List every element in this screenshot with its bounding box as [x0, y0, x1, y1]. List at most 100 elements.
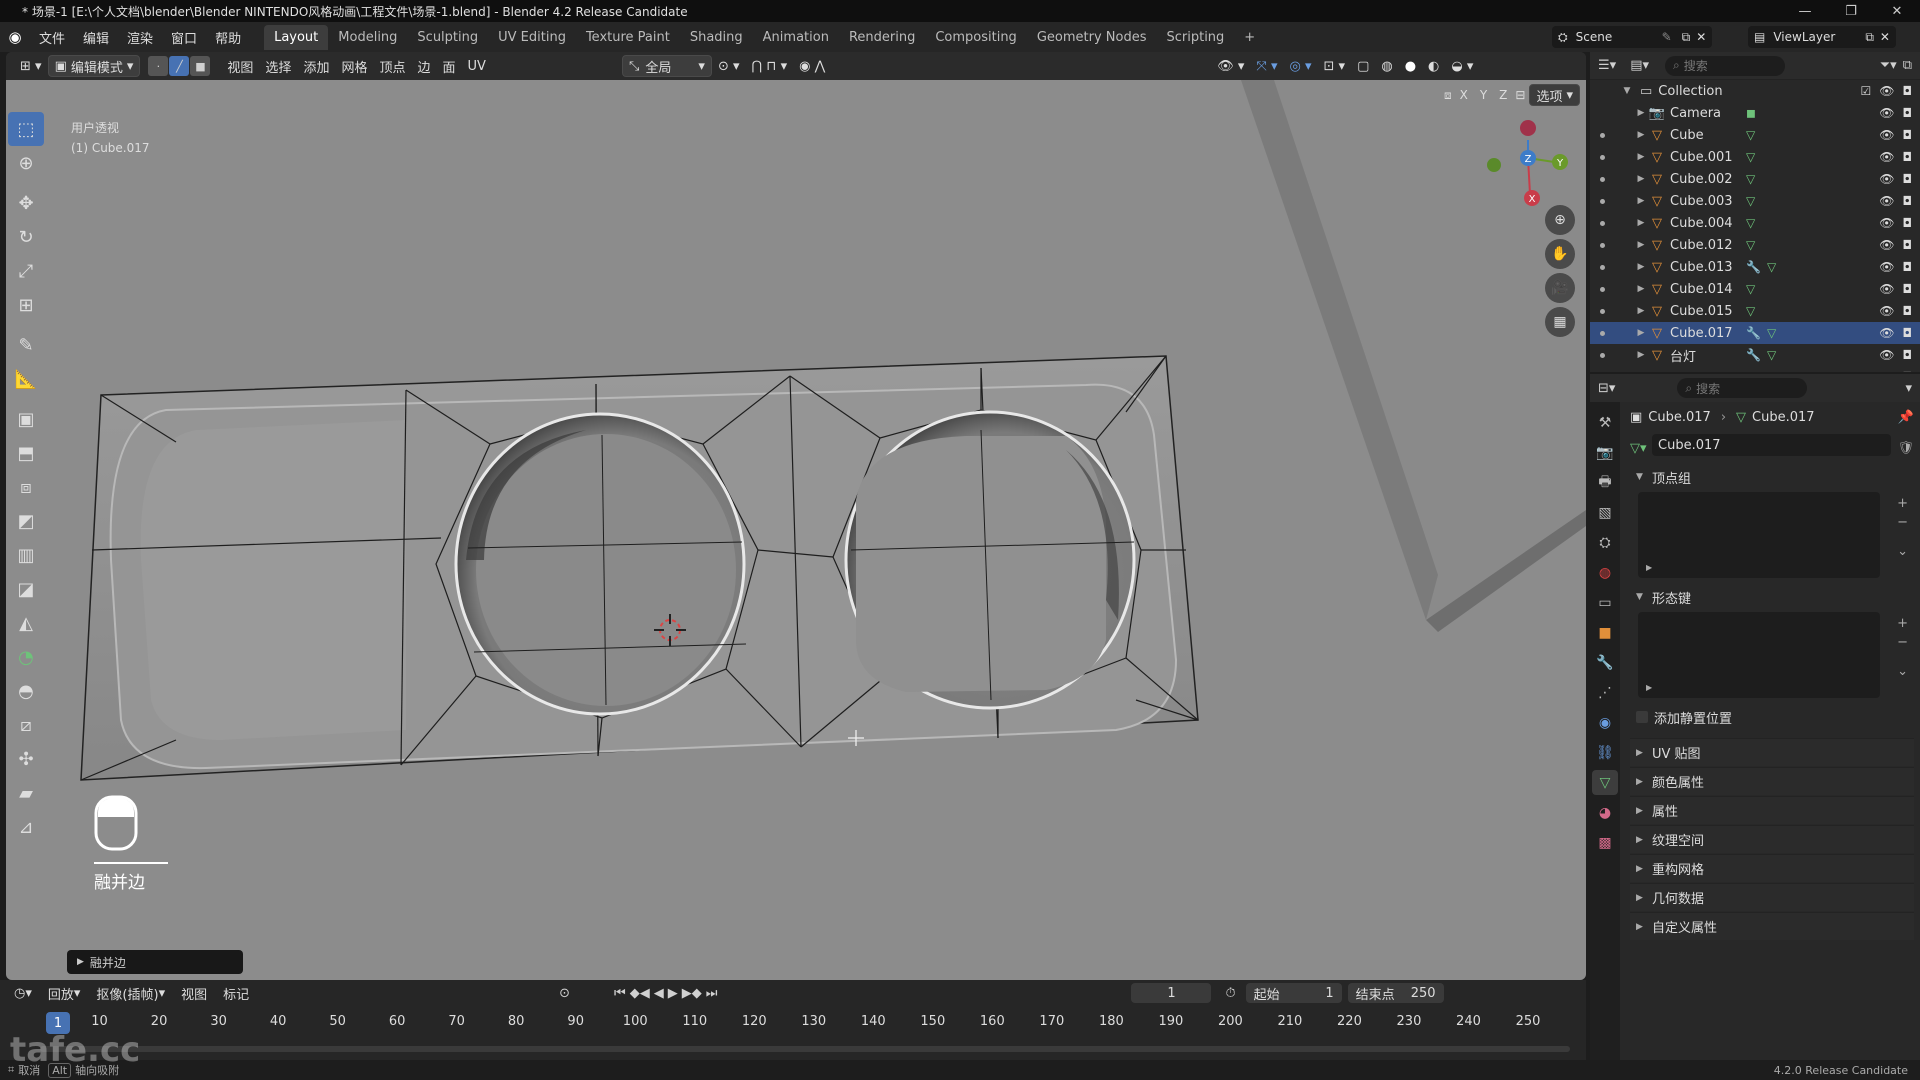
edge-slide-tool-icon[interactable]: ⧄	[8, 708, 44, 742]
edit-toggle-icon[interactable]	[1600, 242, 1605, 248]
material-tab-icon[interactable]: ◕	[1592, 800, 1618, 825]
snap-icon[interactable]: ⋂ ⊓ ▾	[746, 55, 794, 77]
zoom-icon[interactable]: ⊕	[1545, 205, 1575, 235]
rendered-shading-icon[interactable]: ◒ ▾	[1445, 55, 1479, 77]
section-collapsed[interactable]: ▶ 重构网格	[1630, 854, 1914, 882]
mesh-data-icon[interactable]: ▽	[1746, 238, 1755, 252]
proportional-edit-icon[interactable]: ◉ ⋀	[793, 55, 831, 77]
smooth-tool-icon[interactable]: ◓	[8, 674, 44, 708]
outliner-row[interactable]: ▶ ▽ Cube.017 🔧 ▽ 👁 ◘	[1590, 322, 1920, 344]
viewlayer-selector[interactable]: ▤ ViewLayer ⧉ ✕	[1748, 26, 1896, 48]
scale-tool-icon[interactable]: ⤢	[8, 254, 44, 288]
expand-icon[interactable]: ▶	[1646, 683, 1652, 692]
eye-icon[interactable]: 👁	[1879, 260, 1894, 274]
modifier-tab-icon[interactable]: 🔧	[1592, 650, 1618, 675]
new-viewlayer-icon[interactable]: ⧉	[1865, 30, 1874, 45]
outliner-row[interactable]: ▶ ▽ Cube.002 ▽ 👁 ◘	[1590, 168, 1920, 190]
mesh-scene[interactable]	[6, 80, 1586, 980]
add-rest-position-row[interactable]: 添加静置位置	[1630, 704, 1914, 730]
checkbox-icon[interactable]: ☑	[1861, 84, 1872, 98]
orientation-dropdown[interactable]: ⤡ 全局 ▾	[621, 55, 712, 77]
menu-edge[interactable]: 边	[411, 55, 436, 77]
eye-icon[interactable]: 👁	[1879, 128, 1894, 142]
outliner-row[interactable]: ▶ ▽ Cube.012 ▽ 👁 ◘	[1590, 234, 1920, 256]
outliner-row[interactable]: ▶ ▽ Cube.003 ▽ 👁 ◘	[1590, 190, 1920, 212]
tab-compositing[interactable]: Compositing	[925, 25, 1027, 50]
spin-tool-icon[interactable]: ◔	[8, 640, 44, 674]
select-box-tool-icon[interactable]: ⬚	[8, 112, 44, 146]
last-operator-panel[interactable]: ▶ 融并边	[67, 950, 243, 974]
chevron-right-icon[interactable]: ▶	[1634, 130, 1648, 140]
ortho-grid-icon[interactable]: ▦	[1545, 307, 1575, 337]
outliner-row[interactable]: ▶ 📷 Camera ◼ 👁 ◘	[1590, 102, 1920, 124]
render-tab-icon[interactable]: 📷	[1592, 440, 1618, 465]
camera-view-icon[interactable]: 🎥	[1545, 273, 1575, 303]
mesh-data-icon[interactable]: ▽	[1746, 194, 1755, 208]
eye-icon[interactable]: 👁	[1879, 238, 1894, 252]
mesh-data-icon[interactable]: ▽	[1746, 282, 1755, 296]
eye-icon[interactable]: 👁	[1879, 194, 1894, 208]
outliner-row[interactable]: ▶ ▽ 台灯 🔧 ▽ 👁 ◘	[1590, 344, 1920, 366]
mesh-data-icon[interactable]: ▽	[1746, 150, 1755, 164]
eye-icon[interactable]: 👁	[1879, 282, 1894, 296]
navigation-gizmo[interactable]: Z Y X	[1480, 110, 1580, 220]
mesh-data-icon[interactable]: ▽	[1767, 348, 1776, 362]
chevron-down-icon[interactable]: ⌄	[1897, 664, 1908, 679]
mode-dropdown[interactable]: ▣ 编辑模式 ▾	[47, 55, 141, 77]
tab-uv-editing[interactable]: UV Editing	[488, 25, 576, 50]
mesh-data-icon[interactable]: ▽	[1767, 260, 1776, 274]
pivot-icon[interactable]: ⊙ ▾	[712, 55, 746, 77]
outliner-row[interactable]: ▶ ▽ Cube.001 ▽ 👁 ◘	[1590, 146, 1920, 168]
mesh-name-field[interactable]: Cube.017	[1652, 434, 1892, 456]
tab-texture-paint[interactable]: Texture Paint	[576, 25, 680, 50]
move-tool-icon[interactable]: ✥	[8, 186, 44, 220]
end-frame-field[interactable]: 结束点 250	[1347, 983, 1444, 1003]
vertex-select-icon[interactable]: ·	[148, 56, 169, 76]
edit-toggle-icon[interactable]	[1600, 132, 1605, 138]
section-collapsed[interactable]: ▶ 属性	[1630, 796, 1914, 824]
eye-icon[interactable]: 👁	[1879, 150, 1894, 164]
tool-tab-icon[interactable]: ⚒	[1592, 410, 1618, 435]
annotate-tool-icon[interactable]: ✎	[8, 328, 44, 362]
edit-toggle-icon[interactable]	[1600, 176, 1605, 182]
edit-toggle-icon[interactable]	[1600, 264, 1605, 270]
eye-icon[interactable]: 👁	[1879, 304, 1894, 318]
rotate-tool-icon[interactable]: ↻	[8, 220, 44, 254]
delete-scene-icon[interactable]: ✕	[1696, 30, 1706, 44]
shrink-fatten-tool-icon[interactable]: ✣	[8, 742, 44, 776]
edit-toggle-icon[interactable]	[1600, 286, 1605, 292]
add-vertex-group-icon[interactable]: +	[1897, 496, 1908, 511]
outliner-row[interactable]: ▶ ▽ Cube ▽ 👁 ◘	[1590, 124, 1920, 146]
checkbox-icon[interactable]	[1636, 711, 1648, 723]
next-key-icon[interactable]: ▶◆	[682, 986, 702, 1001]
face-select-icon[interactable]: ■	[190, 56, 211, 76]
tab-modeling[interactable]: Modeling	[328, 25, 407, 50]
chevron-right-icon[interactable]: ▶	[1634, 240, 1648, 250]
outliner-row[interactable]: ▶ ▽ Cube.013 🔧 ▽ 👁 ◘	[1590, 256, 1920, 278]
menu-edit[interactable]: 编辑	[74, 28, 118, 47]
menu-render[interactable]: 渲染	[118, 28, 162, 47]
chevron-down-icon[interactable]: ▼	[1620, 86, 1634, 96]
mesh-data-icon[interactable]: ▽	[1746, 172, 1755, 186]
material-shading-icon[interactable]: ◐	[1422, 55, 1445, 77]
menu-keying[interactable]: 抠像(插帧) ▾	[90, 982, 171, 1004]
remove-vertex-group-icon[interactable]: −	[1897, 515, 1908, 530]
blender-logo-icon[interactable]: ◉	[0, 28, 30, 46]
edit-toggle-icon[interactable]	[1600, 220, 1605, 226]
tab-rendering[interactable]: Rendering	[839, 25, 925, 50]
physics-tab-icon[interactable]: ◉	[1592, 710, 1618, 735]
outliner-row[interactable]: ▶ ▽ Cube.004 ▽ 👁 ◘	[1590, 212, 1920, 234]
3d-viewport[interactable]: ⊞ ▾ ▣ 编辑模式 ▾ · ╱ ■ 视图 选择 添加 网格 顶点 边 面 UV ⤡…	[6, 52, 1586, 980]
tab-geometry-nodes[interactable]: Geometry Nodes	[1027, 25, 1157, 50]
pan-hand-icon[interactable]: ✋	[1545, 239, 1575, 269]
mesh-symmetry-icon[interactable]: ⧈	[1444, 88, 1452, 103]
texture-tab-icon[interactable]: ▩	[1592, 830, 1618, 855]
object-tab-icon[interactable]: ■	[1592, 620, 1618, 645]
chevron-right-icon[interactable]: ▶	[1634, 350, 1648, 360]
remove-shape-key-icon[interactable]: −	[1897, 635, 1908, 650]
section-collapsed[interactable]: ▶ 几何数据	[1630, 883, 1914, 911]
tab-animation[interactable]: Animation	[753, 25, 839, 50]
display-mode-icon[interactable]: ▤▾	[1630, 58, 1649, 73]
mirror-y-toggle[interactable]: Y	[1476, 88, 1491, 102]
menu-mesh[interactable]: 网格	[335, 55, 373, 77]
